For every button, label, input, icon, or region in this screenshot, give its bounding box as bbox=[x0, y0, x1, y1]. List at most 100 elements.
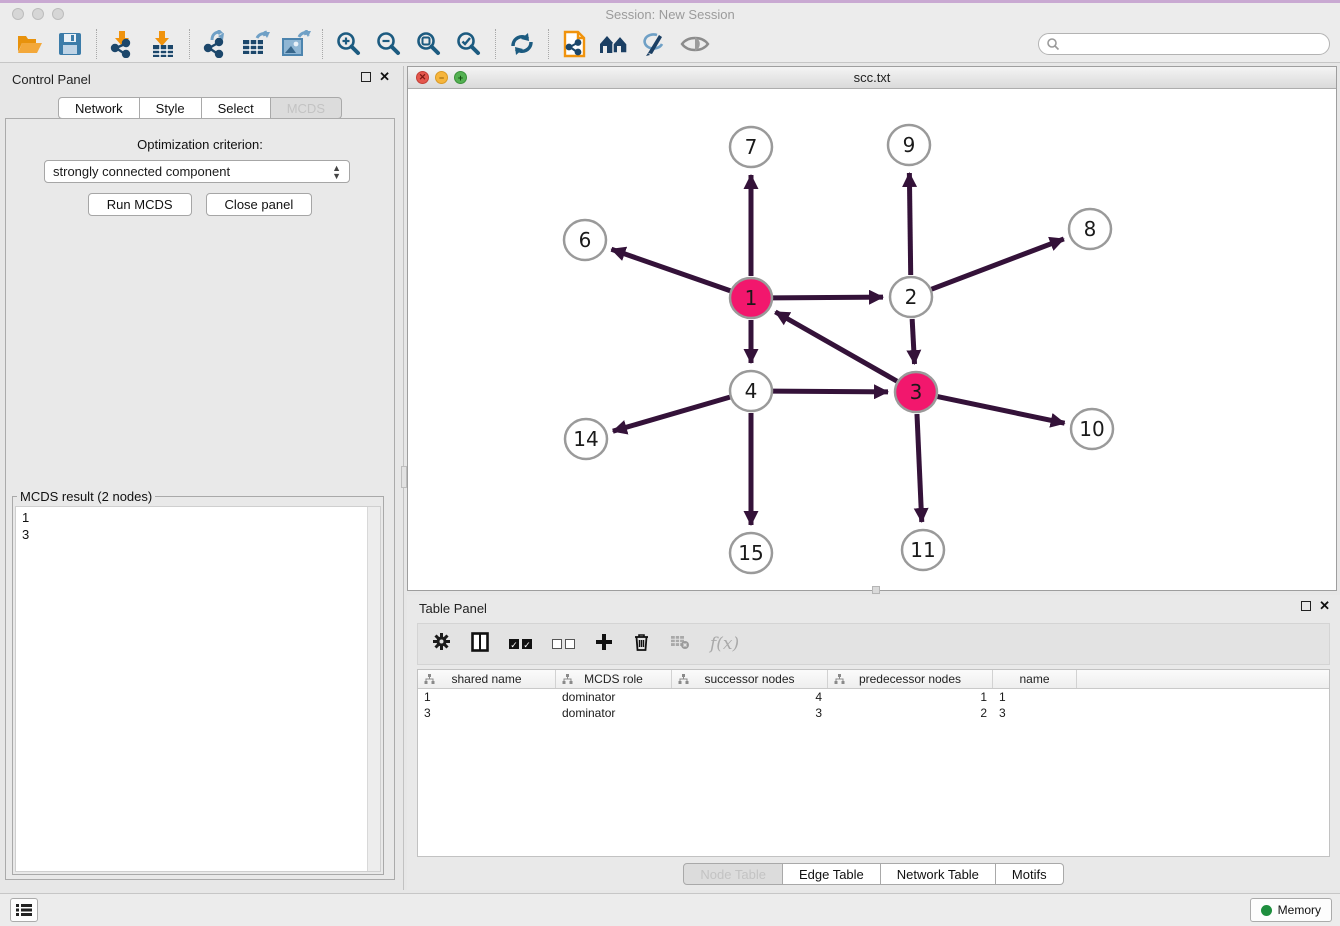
table-cell[interactable]: 3 bbox=[993, 705, 1077, 721]
table-cell[interactable]: 4 bbox=[672, 689, 828, 705]
tab-motifs[interactable]: Motifs bbox=[996, 863, 1064, 885]
edge-2-9[interactable] bbox=[909, 173, 910, 275]
tab-style[interactable]: Style bbox=[140, 97, 202, 119]
tab-mcds[interactable]: MCDS bbox=[271, 97, 342, 119]
edge-1-2[interactable] bbox=[773, 297, 883, 298]
graph-node-3[interactable]: 3 bbox=[895, 372, 937, 412]
float-panel-icon[interactable] bbox=[361, 72, 371, 82]
table-body: 1dominator4113dominator323 bbox=[418, 689, 1329, 721]
criterion-dropdown[interactable]: strongly connected component ▲▼ bbox=[44, 160, 350, 183]
delete-table-icon[interactable] bbox=[670, 634, 690, 655]
edge-3-10[interactable] bbox=[938, 397, 1065, 424]
close-panel-icon[interactable]: ✕ bbox=[1319, 601, 1330, 611]
toolbar-search[interactable] bbox=[1038, 33, 1330, 55]
table-cell[interactable]: 3 bbox=[672, 705, 828, 721]
zoom-fit-icon[interactable] bbox=[409, 28, 449, 60]
table-cell[interactable]: dominator bbox=[556, 689, 672, 705]
first-neighbors-icon[interactable] bbox=[595, 28, 635, 60]
table-cell[interactable]: dominator bbox=[556, 705, 672, 721]
edge-2-8[interactable] bbox=[932, 239, 1064, 289]
delete-column-icon[interactable] bbox=[633, 632, 650, 657]
open-file-icon[interactable] bbox=[10, 28, 50, 60]
table-cell[interactable]: 1 bbox=[993, 689, 1077, 705]
eye-icon[interactable] bbox=[675, 28, 715, 60]
import-network-icon[interactable] bbox=[103, 28, 143, 60]
network-canvas[interactable]: 7 9 6 8 1 2 4 3 14 10 15 11 bbox=[408, 89, 1336, 590]
graph-node-15[interactable]: 15 bbox=[730, 533, 772, 573]
network-window-titlebar[interactable]: ✕ − + scc.txt bbox=[408, 67, 1336, 89]
memory-button[interactable]: Memory bbox=[1250, 898, 1332, 922]
table-cell[interactable]: 2 bbox=[828, 705, 993, 721]
export-table-icon[interactable] bbox=[236, 28, 276, 60]
graph-node-7[interactable]: 7 bbox=[730, 127, 772, 167]
zoom-out-icon[interactable] bbox=[369, 28, 409, 60]
graph-node-1[interactable]: 1 bbox=[730, 278, 772, 318]
import-table-icon[interactable] bbox=[143, 28, 183, 60]
function-builder-icon[interactable]: f(x) bbox=[710, 634, 739, 654]
select-all-icon[interactable]: ✓✓ bbox=[509, 639, 532, 649]
graph-node-9[interactable]: 9 bbox=[888, 125, 930, 165]
toolbar-separator bbox=[495, 29, 496, 59]
graph-node-10[interactable]: 10 bbox=[1071, 409, 1113, 449]
table-cell[interactable]: 1 bbox=[418, 689, 556, 705]
column-header-successor-nodes[interactable]: successor nodes bbox=[672, 670, 828, 688]
column-header-name[interactable]: name bbox=[993, 670, 1077, 688]
table-row[interactable]: 3dominator323 bbox=[418, 705, 1329, 721]
graph-node-14[interactable]: 14 bbox=[565, 419, 607, 459]
window-close-button[interactable] bbox=[12, 8, 24, 20]
graph-node-2[interactable]: 2 bbox=[890, 277, 932, 317]
main-toolbar bbox=[0, 26, 1340, 63]
network-close-button[interactable]: ✕ bbox=[416, 71, 429, 84]
graph-node-4[interactable]: 4 bbox=[730, 371, 772, 411]
close-panel-button[interactable]: Close panel bbox=[206, 193, 313, 216]
svg-text:8: 8 bbox=[1084, 217, 1097, 241]
table-row[interactable]: 1dominator411 bbox=[418, 689, 1329, 705]
tab-node-table[interactable]: Node Table bbox=[683, 863, 783, 885]
window-titlebar[interactable]: Session: New Session bbox=[0, 3, 1340, 26]
edge-4-14[interactable] bbox=[613, 397, 730, 431]
mcds-result-textarea[interactable]: 1 3 bbox=[15, 506, 381, 872]
tab-network[interactable]: Network bbox=[58, 97, 140, 119]
column-header-MCDS-role[interactable]: MCDS role bbox=[556, 670, 672, 688]
network-zoom-button[interactable]: + bbox=[454, 71, 467, 84]
deselect-all-icon[interactable] bbox=[552, 639, 575, 649]
graph-node-8[interactable]: 8 bbox=[1069, 209, 1111, 249]
tab-edge-table[interactable]: Edge Table bbox=[783, 863, 881, 885]
tab-network-table[interactable]: Network Table bbox=[881, 863, 996, 885]
gear-icon[interactable] bbox=[432, 632, 451, 656]
window-minimize-button[interactable] bbox=[32, 8, 44, 20]
zoom-in-icon[interactable] bbox=[329, 28, 369, 60]
edge-3-11[interactable] bbox=[917, 414, 922, 522]
result-scrollbar[interactable] bbox=[367, 507, 380, 871]
window-resize-handle[interactable] bbox=[872, 586, 880, 594]
edge-4-3[interactable] bbox=[773, 391, 888, 392]
add-column-icon[interactable] bbox=[595, 633, 613, 656]
column-layout-icon[interactable] bbox=[471, 632, 489, 657]
run-mcds-button[interactable]: Run MCDS bbox=[88, 193, 192, 216]
float-panel-icon[interactable] bbox=[1301, 601, 1311, 611]
export-image-icon[interactable] bbox=[276, 28, 316, 60]
network-minimize-button[interactable]: − bbox=[435, 71, 448, 84]
column-header-predecessor-nodes[interactable]: predecessor nodes bbox=[828, 670, 993, 688]
tab-select[interactable]: Select bbox=[202, 97, 271, 119]
new-network-from-file-icon[interactable] bbox=[555, 28, 595, 60]
column-header-shared-name[interactable]: shared name bbox=[418, 670, 556, 688]
save-session-icon[interactable] bbox=[50, 28, 90, 60]
style-brush-icon[interactable] bbox=[635, 28, 675, 60]
table-cell[interactable]: 3 bbox=[418, 705, 556, 721]
table-cell[interactable]: 1 bbox=[828, 689, 993, 705]
edge-2-3[interactable] bbox=[912, 319, 914, 364]
export-network-icon[interactable] bbox=[196, 28, 236, 60]
graph-node-6[interactable]: 6 bbox=[564, 220, 606, 260]
edge-1-6[interactable] bbox=[611, 249, 730, 291]
node-table: shared nameMCDS rolesuccessor nodesprede… bbox=[417, 669, 1330, 857]
search-input[interactable] bbox=[1060, 37, 1322, 51]
close-panel-icon[interactable]: ✕ bbox=[379, 72, 390, 82]
status-bar: Memory bbox=[0, 893, 1340, 926]
zoom-selected-icon[interactable] bbox=[449, 28, 489, 60]
edge-3-1[interactable] bbox=[775, 312, 897, 381]
task-history-button[interactable] bbox=[10, 898, 38, 922]
window-zoom-button[interactable] bbox=[52, 8, 64, 20]
refresh-layout-icon[interactable] bbox=[502, 28, 542, 60]
graph-node-11[interactable]: 11 bbox=[902, 530, 944, 570]
